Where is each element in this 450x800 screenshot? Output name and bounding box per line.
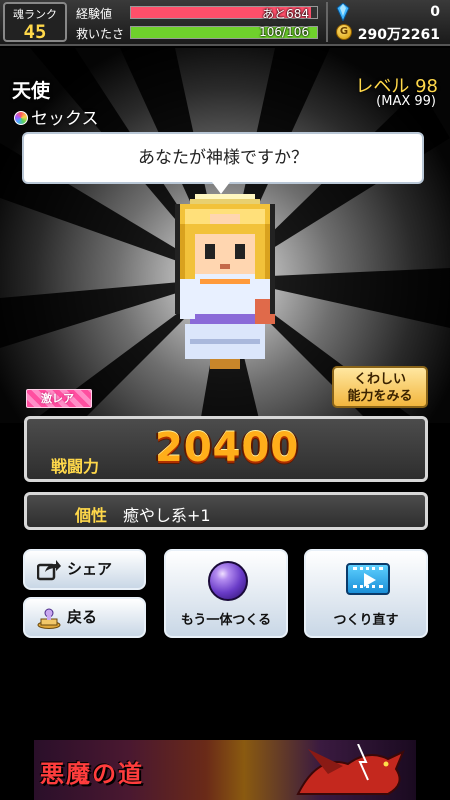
rescue-value-text: 106/106 [259,25,309,39]
blue-gem-icon [336,3,350,21]
make-another-label: もう一体つくる [180,613,272,628]
angel-statue-icon [37,608,61,629]
share-icon [37,560,61,581]
gold-coin-icon: G [336,24,352,40]
view-abilities-line1: くわしい [353,372,406,387]
exp-bar: あと684 [130,6,318,21]
character-name: 天使 [12,80,51,102]
soul-rank-label: 魂ランク [13,8,57,21]
exp-label: 経験値 [76,7,113,21]
play-triangle-icon [364,573,376,587]
rarity-badge: 激レア [26,389,92,408]
remake-label: つくり直す [333,613,399,628]
share-button[interactable]: シェア [23,549,146,590]
combat-power-value: 20400 [155,425,300,471]
exp-remaining-text: あと684 [262,7,309,21]
combat-power-panel: 戦闘力 20400 [24,416,428,482]
red-dragon-icon [296,744,405,795]
angel-sprite [175,194,275,369]
combat-power-label: 戦闘力 [51,457,100,476]
purple-orb-icon [208,561,248,601]
ad-banner-title: 悪魔の道 [40,760,144,788]
gold-count: 290万2261 [357,27,440,43]
view-abilities-line2: 能力をみる [347,389,413,404]
character-stage: 天使 セックス レベル 98 (MAX 99) あなたが神様ですか？ くわしい … [0,48,450,423]
soul-rank-box: 魂ランク 45 [3,2,67,43]
character-max-level: (MAX 99) [376,94,436,109]
rainbow-sex-icon [14,111,28,125]
replay-film-icon [346,563,390,595]
header-divider [326,2,328,42]
character-sex-label: セックス [31,109,99,129]
status-bar: 魂ランク 45 経験値 あと684 救いたさ 106/106 0 G 290万2… [0,0,450,46]
remake-button[interactable]: つくり直す [304,549,428,638]
gem-count: 0 [430,4,440,20]
trait-value: 癒やし系+1 [123,506,211,525]
share-button-label: シェア [67,560,113,578]
back-button[interactable]: 戻る [23,597,146,638]
speech-bubble: あなたが神様ですか？ [22,132,424,184]
trait-panel: 個性 癒やし系+1 [24,492,428,530]
rescue-bar: 106/106 [130,25,318,39]
make-another-button[interactable]: もう一体つくる [164,549,288,638]
view-abilities-button[interactable]: くわしい 能力をみる [332,366,428,408]
ad-banner[interactable]: 悪魔の道 [34,740,416,800]
trait-label: 個性 [75,506,108,525]
back-button-label: 戻る [67,608,98,626]
character-sex: セックス [14,104,99,129]
rescue-label: 救いたさ [76,27,125,41]
speech-bubble-tail [212,182,230,194]
soul-rank-value: 45 [23,21,47,43]
